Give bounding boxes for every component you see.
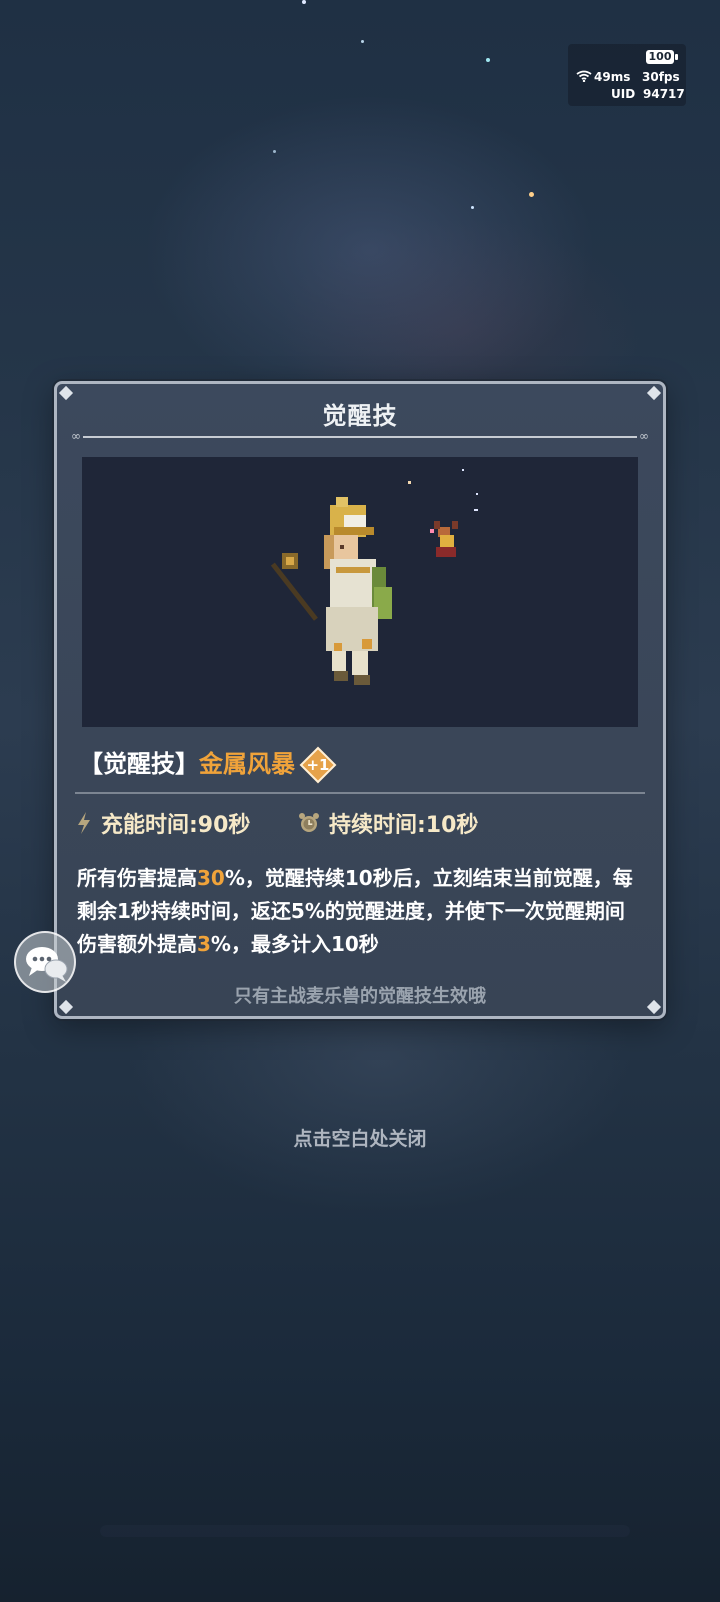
skill-name: 金属风暴 (199, 750, 295, 778)
charge-time-text: 充能时间:90秒 (101, 813, 251, 838)
skill-note: 只有主战麦乐兽的觉醒技生效哦 (234, 986, 486, 1007)
close-hint[interactable]: 点击空白处关闭 (0, 1124, 720, 1151)
damage-bonus-value: 30 (197, 866, 225, 890)
background-star (361, 40, 364, 43)
battery-level: 100 (646, 50, 674, 64)
background-star (471, 206, 474, 209)
background-star (273, 150, 276, 153)
background-star (302, 0, 306, 4)
duration-time-text: 持续时间:10秒 (329, 813, 479, 838)
wifi-icon (576, 70, 592, 82)
fps-value: 30fps (642, 70, 680, 84)
network-status-overlay: 100 49ms 30fps UID 94717 (568, 44, 686, 106)
description-part: 所有伤害提高 (77, 866, 197, 890)
character-sprite (270, 469, 478, 685)
chat-bubbles-icon (26, 947, 68, 982)
ping-value: 49ms (594, 70, 631, 84)
lightning-icon (78, 812, 90, 834)
awakening-skill-dialog: 觉醒技 ∞ ∞ 【觉醒技】金属风暴 +1 充能时间:90秒 持续时间:10秒 所… (54, 381, 666, 1019)
skill-heading: 【觉醒技】金属风暴 +1 (79, 744, 337, 784)
background-star (529, 192, 534, 197)
divider-ornament: ∞ (639, 429, 649, 443)
battery-tip (675, 54, 678, 60)
divider-ornament: ∞ (71, 429, 81, 443)
extra-bonus-value: 3 (197, 932, 211, 956)
alarm-clock-icon (299, 813, 319, 832)
background-star (486, 58, 490, 62)
skill-preview-animation (82, 457, 638, 727)
bottom-bar (100, 1525, 630, 1537)
charge-time: 充能时间:90秒 (75, 807, 250, 839)
uid-label: UID (611, 87, 636, 101)
uid-value: 94717 (643, 87, 685, 101)
title-divider: ∞ ∞ (71, 430, 649, 442)
chat-button[interactable] (14, 931, 76, 993)
description-part: %，最多计入10秒 (210, 932, 379, 956)
skill-type-tag: 【觉醒技】 (79, 750, 199, 778)
section-divider (75, 792, 645, 794)
dialog-title: 觉醒技 (322, 402, 398, 430)
skill-level-badge: +1 (299, 746, 337, 784)
duration-time: 持续时间:10秒 (297, 807, 478, 839)
badge-label: +1 (306, 756, 330, 774)
skill-description: 所有伤害提高30%，觉醒持续10秒后，立刻结束当前觉醒，每剩余1秒持续时间，返还… (77, 862, 637, 961)
skill-timers: 充能时间:90秒 持续时间:10秒 (75, 807, 635, 841)
